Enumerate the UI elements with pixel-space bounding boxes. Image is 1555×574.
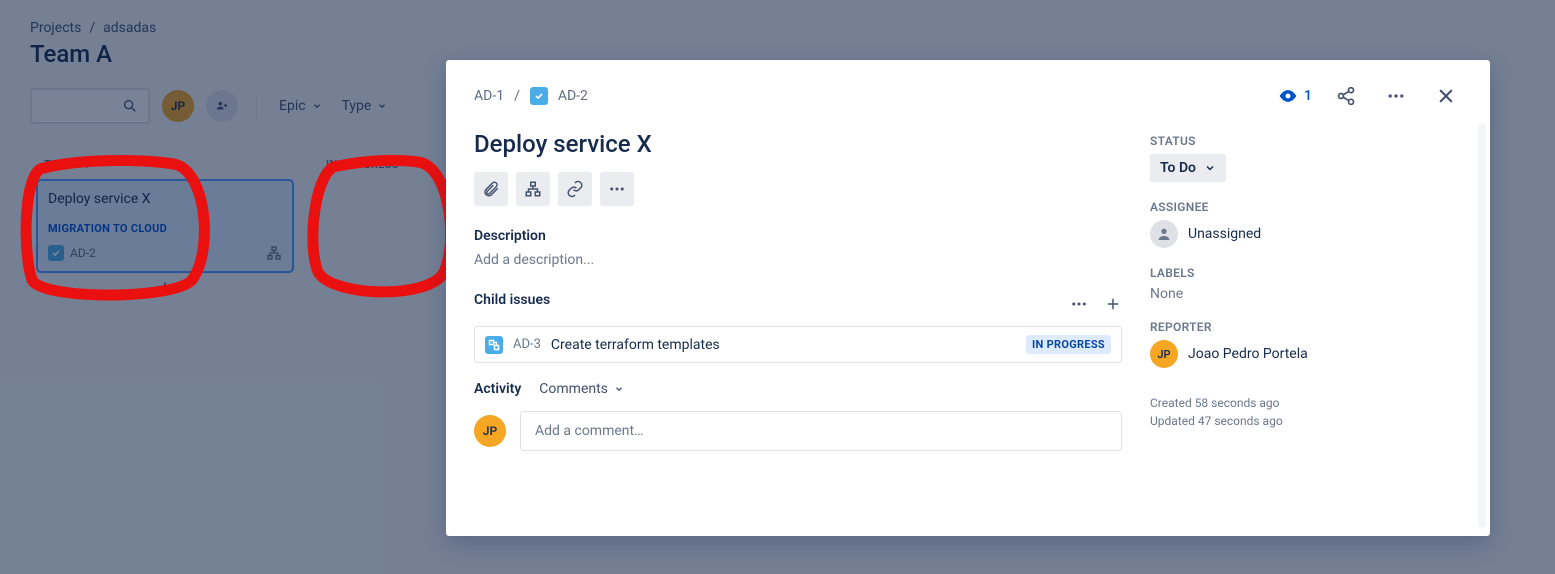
assignee-field[interactable]: Unassigned <box>1150 220 1462 248</box>
labels-field[interactable]: None <box>1150 286 1462 302</box>
more-tools-button[interactable] <box>600 172 634 206</box>
add-child-inline-button[interactable] <box>1104 295 1122 313</box>
child-title: Create terraform templates <box>551 337 720 353</box>
reporter-label: REPORTER <box>1150 320 1462 334</box>
attach-button[interactable] <box>474 172 508 206</box>
child-status-badge[interactable]: IN PROGRESS <box>1026 335 1111 354</box>
close-button[interactable] <box>1430 80 1462 112</box>
chevron-down-icon <box>614 384 624 394</box>
attachment-icon <box>482 180 500 198</box>
child-more-button[interactable] <box>1070 295 1088 313</box>
close-icon <box>1436 86 1456 106</box>
dots-icon <box>608 180 626 198</box>
comment-input[interactable]: Add a comment… <box>520 411 1122 451</box>
created-text: Created 58 seconds ago <box>1150 396 1462 410</box>
issue-title[interactable]: Deploy service X <box>474 130 1122 158</box>
description-label: Description <box>474 228 1122 244</box>
share-button[interactable] <box>1330 80 1362 112</box>
child-issues-label: Child issues <box>474 292 550 308</box>
task-icon <box>530 87 548 105</box>
child-key: AD-3 <box>513 337 541 352</box>
commenter-avatar: JP <box>474 415 506 447</box>
unassigned-avatar-icon <box>1150 220 1178 248</box>
dots-icon <box>1386 86 1406 106</box>
issue-key[interactable]: AD-2 <box>558 88 588 104</box>
reporter-field[interactable]: JP Joao Pedro Portela <box>1150 340 1462 368</box>
status-select[interactable]: To Do <box>1150 154 1226 182</box>
description-field[interactable]: Add a description... <box>474 252 1122 268</box>
activity-tab-select[interactable]: Comments <box>539 381 624 397</box>
assignee-label: ASSIGNEE <box>1150 200 1462 214</box>
issue-modal: AD-1 / AD-2 1 <box>446 60 1490 536</box>
child-issue-row[interactable]: AD-3 Create terraform templates IN PROGR… <box>474 326 1122 363</box>
reporter-avatar: JP <box>1150 340 1178 368</box>
more-actions-button[interactable] <box>1380 80 1412 112</box>
updated-text: Updated 47 seconds ago <box>1150 414 1462 428</box>
tree-icon <box>524 180 542 198</box>
activity-label: Activity <box>474 381 521 397</box>
eye-icon <box>1278 86 1298 106</box>
parent-key[interactable]: AD-1 <box>474 88 504 104</box>
share-icon <box>1336 86 1356 106</box>
link-button[interactable] <box>558 172 592 206</box>
chevron-down-icon <box>1204 162 1216 174</box>
scrollbar[interactable] <box>1478 124 1486 528</box>
add-child-button[interactable] <box>516 172 550 206</box>
subtask-icon <box>485 336 503 354</box>
watch-button[interactable]: 1 <box>1278 86 1312 106</box>
status-label: STATUS <box>1150 134 1462 148</box>
link-icon <box>566 180 584 198</box>
labels-label: LABELS <box>1150 266 1462 280</box>
